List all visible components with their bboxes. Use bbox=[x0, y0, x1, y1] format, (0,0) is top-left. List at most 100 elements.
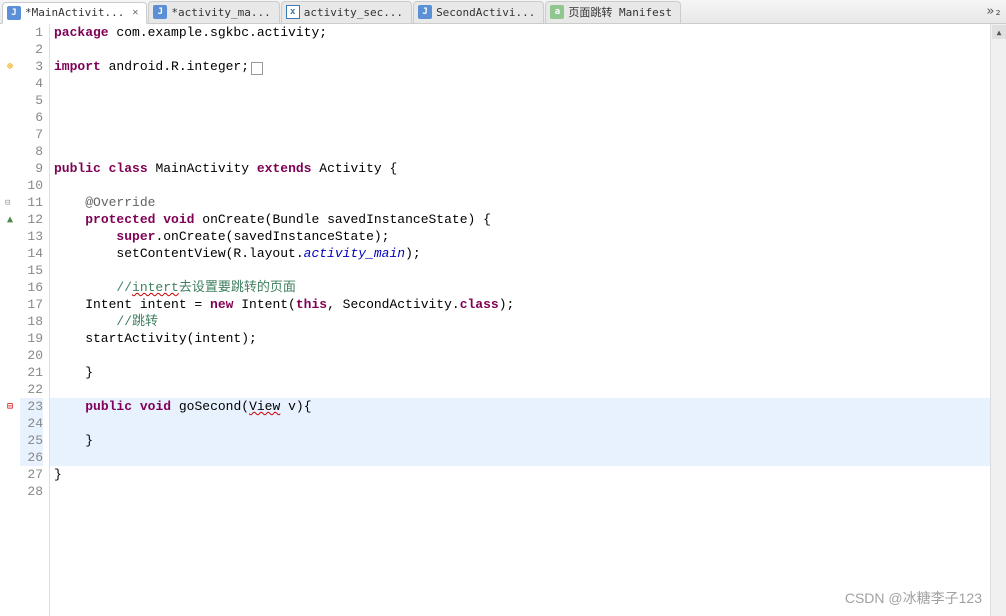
code-line[interactable]: package com.example.sgkbc.activity; bbox=[54, 24, 1006, 41]
java-file-icon: J bbox=[7, 6, 21, 20]
line-number: 11 bbox=[20, 194, 43, 211]
code-line[interactable]: setContentView(R.layout.activity_main); bbox=[54, 245, 1006, 262]
fold-icon[interactable]: ⊟ bbox=[5, 198, 15, 208]
code-line[interactable] bbox=[54, 75, 1006, 92]
gutter-mark bbox=[0, 262, 20, 279]
gutter-mark bbox=[0, 381, 20, 398]
code-line[interactable] bbox=[54, 126, 1006, 143]
code-line[interactable] bbox=[50, 449, 1006, 466]
gutter-mark bbox=[0, 432, 20, 449]
gutter-mark bbox=[0, 347, 20, 364]
code-line[interactable]: public void goSecond(View v){ bbox=[50, 398, 1006, 415]
code-editor: ⊕⊟▲⊟ 12345678910111213141516171819202122… bbox=[0, 24, 1006, 616]
line-number: 6 bbox=[20, 109, 43, 126]
gutter-mark bbox=[0, 364, 20, 381]
code-line[interactable] bbox=[54, 92, 1006, 109]
scroll-up-button[interactable]: ▲ bbox=[992, 25, 1006, 39]
code-line[interactable]: } bbox=[54, 364, 1006, 381]
xml-file-icon: x bbox=[286, 5, 300, 19]
gutter-mark: ⊕ bbox=[0, 58, 20, 75]
gutter-mark bbox=[0, 279, 20, 296]
gutter-mark: ⊟ bbox=[0, 398, 20, 415]
gutter-mark bbox=[0, 24, 20, 41]
code-line[interactable] bbox=[54, 177, 1006, 194]
code-line[interactable]: //跳转 bbox=[54, 313, 1006, 330]
line-numbers: 1234567891011121314151617181920212223242… bbox=[20, 24, 50, 616]
line-number: 17 bbox=[20, 296, 43, 313]
tab-activity-main-xml[interactable]: J *activity_ma... bbox=[148, 1, 279, 23]
code-line[interactable]: protected void onCreate(Bundle savedInst… bbox=[54, 211, 1006, 228]
code-line[interactable] bbox=[54, 483, 1006, 500]
error-icon: ⊟ bbox=[7, 401, 13, 412]
code-line[interactable]: import android.R.integer; bbox=[54, 58, 1006, 75]
line-number: 19 bbox=[20, 330, 43, 347]
tab-second-activity[interactable]: J SecondActivi... bbox=[413, 1, 544, 23]
line-number: 13 bbox=[20, 228, 43, 245]
java-file-icon: J bbox=[418, 5, 432, 19]
code-line[interactable]: startActivity(intent); bbox=[54, 330, 1006, 347]
manifest-file-icon: a bbox=[550, 5, 564, 19]
line-number: 3 bbox=[20, 58, 43, 75]
gutter-mark bbox=[0, 41, 20, 58]
code-line[interactable] bbox=[54, 262, 1006, 279]
line-number: 8 bbox=[20, 143, 43, 160]
gutter-mark: ⊟ bbox=[0, 194, 20, 211]
code-line[interactable]: } bbox=[54, 466, 1006, 483]
code-line[interactable]: //intert去设置要跳转的页面 bbox=[54, 279, 1006, 296]
tab-main-activity[interactable]: J *MainActivit... ✕ bbox=[2, 2, 147, 24]
gutter-mark bbox=[0, 313, 20, 330]
close-icon[interactable]: ✕ bbox=[132, 7, 138, 18]
line-number: 22 bbox=[20, 381, 43, 398]
code-line[interactable] bbox=[54, 381, 1006, 398]
code-line[interactable]: } bbox=[50, 432, 1006, 449]
code-line[interactable] bbox=[54, 109, 1006, 126]
line-number: 15 bbox=[20, 262, 43, 279]
line-number: 5 bbox=[20, 92, 43, 109]
gutter-mark bbox=[0, 126, 20, 143]
gutter: ⊕ ⊟ ▲ ⊟ bbox=[0, 24, 20, 616]
code-line[interactable]: @Override bbox=[54, 194, 1006, 211]
gutter-mark: ▲ bbox=[0, 211, 20, 228]
gutter-mark bbox=[0, 483, 20, 500]
line-number: 23 bbox=[20, 398, 43, 415]
code-line[interactable]: public class MainActivity extends Activi… bbox=[54, 160, 1006, 177]
gutter-mark bbox=[0, 160, 20, 177]
tab-label: *MainActivit... bbox=[25, 6, 124, 19]
code-line[interactable] bbox=[54, 143, 1006, 160]
override-up-icon: ▲ bbox=[7, 214, 13, 225]
line-number: 21 bbox=[20, 364, 43, 381]
line-number: 7 bbox=[20, 126, 43, 143]
tab-label: activity_sec... bbox=[304, 6, 403, 19]
warning-icon: ⊕ bbox=[7, 61, 13, 72]
gutter-mark bbox=[0, 92, 20, 109]
line-number: 16 bbox=[20, 279, 43, 296]
java-file-icon: J bbox=[153, 5, 167, 19]
line-number: 2 bbox=[20, 41, 43, 58]
tab-manifest[interactable]: a 页面跳转 Manifest bbox=[545, 1, 681, 23]
line-number: 10 bbox=[20, 177, 43, 194]
tab-activity-sec[interactable]: x activity_sec... bbox=[281, 1, 412, 23]
gutter-mark bbox=[0, 330, 20, 347]
line-number: 4 bbox=[20, 75, 43, 92]
line-number: 14 bbox=[20, 245, 43, 262]
gutter-mark bbox=[0, 143, 20, 160]
editor-tabs: J *MainActivit... ✕ J *activity_ma... x … bbox=[0, 0, 1006, 24]
tab-label: *activity_ma... bbox=[171, 6, 270, 19]
gutter-mark bbox=[0, 109, 20, 126]
code-line[interactable] bbox=[54, 347, 1006, 364]
code-line[interactable] bbox=[50, 415, 1006, 432]
code-area[interactable]: package com.example.sgkbc.activity; impor… bbox=[50, 24, 1006, 616]
code-line[interactable]: Intent intent = new Intent(this, SecondA… bbox=[54, 296, 1006, 313]
line-number: 25 bbox=[20, 432, 43, 449]
code-line[interactable] bbox=[54, 41, 1006, 58]
gutter-mark bbox=[0, 245, 20, 262]
line-number: 12 bbox=[20, 211, 43, 228]
gutter-mark bbox=[0, 296, 20, 313]
line-number: 24 bbox=[20, 415, 43, 432]
gutter-mark bbox=[0, 449, 20, 466]
tab-overflow-button[interactable]: »₂ bbox=[982, 4, 1006, 19]
tab-label: SecondActivi... bbox=[436, 6, 535, 19]
gutter-mark bbox=[0, 177, 20, 194]
vertical-scrollbar[interactable]: ▲ bbox=[990, 24, 1006, 616]
code-line[interactable]: super.onCreate(savedInstanceState); bbox=[54, 228, 1006, 245]
